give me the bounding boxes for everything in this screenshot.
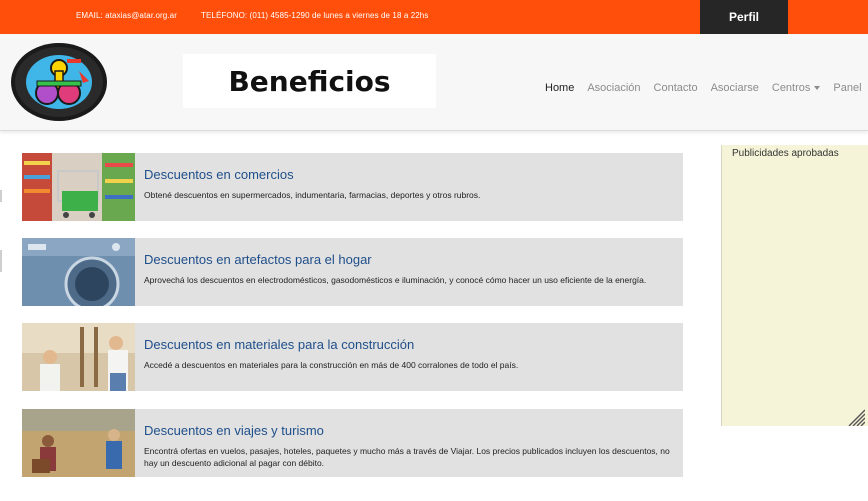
edge-divider (0, 250, 2, 272)
benefit-description: Accedé a descuentos en materiales para l… (144, 360, 519, 370)
benefit-title[interactable]: Descuentos en materiales para la constru… (144, 337, 414, 352)
association-logo[interactable] (9, 41, 109, 123)
supermarket-image (22, 153, 135, 221)
nav-asociarse[interactable]: Asociarse (711, 82, 759, 94)
benefit-card-comercios[interactable]: Descuentos en comercios Obtené descuento… (22, 153, 683, 221)
chevron-down-icon (814, 86, 821, 91)
nav-centros-label: Centros (771, 82, 811, 94)
ads-sidebar: Publicidades aprobadas (721, 145, 868, 426)
benefit-description: Obtené descuentos en supermercados, indu… (144, 190, 481, 200)
benefit-title[interactable]: Descuentos en viajes y turismo (144, 423, 324, 438)
construction-image (22, 323, 135, 391)
nav-asociacion[interactable]: Asociación (587, 82, 640, 94)
benefit-title[interactable]: Descuentos en comercios (144, 167, 294, 182)
site-header: Beneficios Home Asociación Contacto Asoc… (0, 34, 868, 131)
contact-email: EMAIL: ataxias@atar.org.ar (76, 11, 177, 20)
travel-image (22, 409, 135, 477)
benefit-card-construccion[interactable]: Descuentos en materiales para la constru… (22, 323, 683, 391)
contact-phone: TELÉFONO: (011) 4585-1290 de lunes a vie… (201, 11, 429, 20)
benefit-description: Encontrá ofertas en vuelos, pasajes, hot… (144, 446, 670, 468)
perfil-button[interactable]: Perfil (700, 0, 788, 34)
edge-divider (0, 190, 2, 202)
resize-grip-icon[interactable] (845, 406, 865, 426)
benefit-card-hogar[interactable]: Descuentos en artefactos para el hogar A… (22, 238, 683, 306)
benefit-card-viajes[interactable]: Descuentos en viajes y turismo Encontrá … (22, 409, 683, 477)
main-nav: Home Asociación Contacto Asociarse Centr… (545, 82, 868, 94)
benefit-description: Aprovechá los descuentos en electrodomés… (144, 275, 647, 285)
nav-panel[interactable]: Panel (833, 82, 861, 94)
nav-contacto[interactable]: Contacto (654, 82, 698, 94)
nav-home[interactable]: Home (545, 82, 574, 94)
top-contact-bar: EMAIL: ataxias@atar.org.ar TELÉFONO: (01… (0, 0, 868, 34)
nav-centros-dropdown[interactable]: Centros (772, 82, 821, 94)
sidebar-title: Publicidades aprobadas (732, 148, 839, 159)
logo-graphic (11, 43, 107, 121)
benefit-title[interactable]: Descuentos en artefactos para el hogar (144, 252, 372, 267)
washing-machine-image (22, 238, 135, 306)
page-title: Beneficios (183, 54, 436, 108)
